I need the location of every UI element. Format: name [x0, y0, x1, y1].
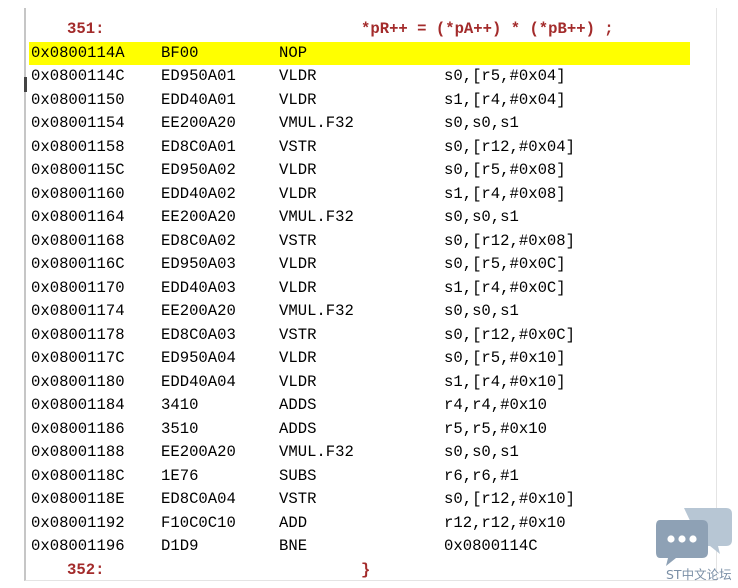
instruction-address: 0x0800117C: [31, 349, 125, 367]
instruction-mnemonic: VMUL.F32: [279, 443, 354, 461]
instruction-opcode: ED950A04: [161, 349, 236, 367]
instruction-operands: s0,s0,s1: [444, 443, 519, 461]
instruction-mnemonic: ADDS: [279, 396, 317, 414]
instruction-operands: r12,r12,#0x10: [444, 513, 566, 532]
source-line-code: *pR++ = (*pA++) * (*pB++) ;: [361, 20, 614, 38]
instruction-address: 0x08001184: [31, 396, 125, 414]
instruction-mnemonic: VSTR: [279, 490, 317, 508]
instruction-address: 0x08001154: [31, 114, 125, 132]
instruction-operands: s0,s0,s1: [444, 208, 519, 226]
instruction-address: 0x0800118E: [31, 490, 125, 508]
instruction-operands: s0,[r12,#0x04]: [444, 137, 576, 156]
instruction-opcode: ED8C0A04: [161, 490, 236, 508]
instruction-address: 0x08001174: [31, 302, 125, 320]
instruction-mnemonic: VLDR: [279, 278, 317, 297]
instruction-mnemonic: VMUL.F32: [279, 114, 354, 132]
instruction-address: 0x08001196: [31, 537, 125, 555]
source-line-number: 351:: [67, 20, 105, 38]
disassembly-window: 351: *pR++ = (*pA++) * (*pB++) ; 0x0800114…: [24, 8, 717, 581]
execution-cursor-marker: [24, 77, 27, 92]
instruction-operands: s0,[r12,#0x0C]: [444, 325, 576, 344]
instruction-address: 0x0800115C: [31, 161, 125, 179]
instruction-address: 0x08001186: [31, 419, 125, 438]
instruction-address: 0x08001150: [31, 90, 125, 109]
instruction-address: 0x08001158: [31, 137, 125, 156]
instruction-operands: r4,r4,#0x10: [444, 396, 547, 414]
instruction-opcode: ED8C0A01: [161, 137, 236, 156]
instruction-operands: s0,[r5,#0x04]: [444, 67, 566, 85]
instruction-mnemonic: VMUL.F32: [279, 302, 354, 320]
instruction-address: 0x08001160: [31, 184, 125, 203]
instruction-operands: s0,[r12,#0x10]: [444, 490, 576, 508]
instruction-address: 0x0800118C: [31, 466, 125, 485]
instruction-address: 0x08001192: [31, 513, 125, 532]
instruction-operands: 0x0800114C: [444, 537, 538, 555]
instruction-address: 0x0800114A: [31, 43, 125, 62]
instruction-operands: s0,[r5,#0x0C]: [444, 255, 566, 273]
instruction-address: 0x08001180: [31, 372, 125, 391]
instruction-opcode: ED950A03: [161, 255, 236, 273]
instruction-opcode: ED950A02: [161, 161, 236, 179]
instruction-mnemonic: VSTR: [279, 325, 317, 344]
instruction-opcode: EE200A20: [161, 114, 236, 132]
instruction-opcode: EDD40A02: [161, 184, 236, 203]
instruction-mnemonic: ADD: [279, 513, 308, 532]
instruction-operands: s0,[r5,#0x10]: [444, 349, 566, 367]
instruction-mnemonic: VLDR: [279, 184, 317, 203]
instruction-operands: s1,[r4,#0x04]: [444, 90, 566, 109]
watermark-text: ST中文论坛: [666, 567, 732, 582]
instruction-mnemonic: NOP: [279, 43, 308, 62]
instruction-operands: s1,[r4,#0x10]: [444, 372, 566, 391]
instruction-operands: s0,s0,s1: [444, 302, 519, 320]
instruction-opcode: F10C0C10: [161, 513, 236, 532]
instruction-mnemonic: VSTR: [279, 137, 317, 156]
instruction-opcode: EDD40A03: [161, 278, 236, 297]
instruction-mnemonic: VLDR: [279, 90, 317, 109]
instruction-opcode: 3510: [161, 419, 199, 438]
instruction-operands: s1,[r4,#0x08]: [444, 184, 566, 203]
instruction-opcode: EDD40A04: [161, 372, 236, 391]
instruction-opcode: 3410: [161, 396, 199, 414]
instruction-operands: s0,s0,s1: [444, 114, 519, 132]
instruction-address: 0x08001188: [31, 443, 125, 461]
instruction-opcode: ED8C0A03: [161, 325, 236, 344]
instruction-mnemonic: BNE: [279, 537, 308, 555]
instruction-opcode: ED950A01: [161, 67, 236, 85]
instruction-operands: s0,[r5,#0x08]: [444, 161, 566, 179]
instruction-operands: s1,[r4,#0x0C]: [444, 278, 566, 297]
instruction-address: 0x08001178: [31, 325, 125, 344]
instruction-mnemonic: VLDR: [279, 349, 317, 367]
instruction-operands: s0,[r12,#0x08]: [444, 231, 576, 250]
instruction-mnemonic: VLDR: [279, 67, 317, 85]
instruction-address: 0x08001168: [31, 231, 125, 250]
instruction-mnemonic: VSTR: [279, 231, 317, 250]
instruction-operands: r5,r5,#0x10: [444, 419, 547, 438]
instruction-address: 0x08001170: [31, 278, 125, 297]
instruction-address: 0x0800116C: [31, 255, 125, 273]
instruction-opcode: EE200A20: [161, 302, 236, 320]
instruction-operands: r6,r6,#1: [444, 466, 519, 485]
instruction-opcode: EDD40A01: [161, 90, 236, 109]
current-instruction-row[interactable]: 0x0800114A BF00 NOP: [29, 41, 690, 65]
instruction-mnemonic: VMUL.F32: [279, 208, 354, 226]
source-line-number: 352:: [67, 560, 105, 579]
instruction-mnemonic: VLDR: [279, 161, 317, 179]
instruction-mnemonic: VLDR: [279, 372, 317, 391]
instruction-mnemonic: VLDR: [279, 255, 317, 273]
instruction-address: 0x08001164: [31, 208, 125, 226]
instruction-opcode: BF00: [161, 43, 199, 62]
instruction-opcode: EE200A20: [161, 208, 236, 226]
instruction-address: 0x0800114C: [31, 67, 125, 85]
instruction-opcode: EE200A20: [161, 443, 236, 461]
instruction-mnemonic: SUBS: [279, 466, 317, 485]
instruction-mnemonic: ADDS: [279, 419, 317, 438]
instruction-opcode: 1E76: [161, 466, 199, 485]
source-line-code: }: [361, 560, 371, 579]
instruction-opcode: ED8C0A02: [161, 231, 236, 250]
instruction-opcode: D1D9: [161, 537, 199, 555]
